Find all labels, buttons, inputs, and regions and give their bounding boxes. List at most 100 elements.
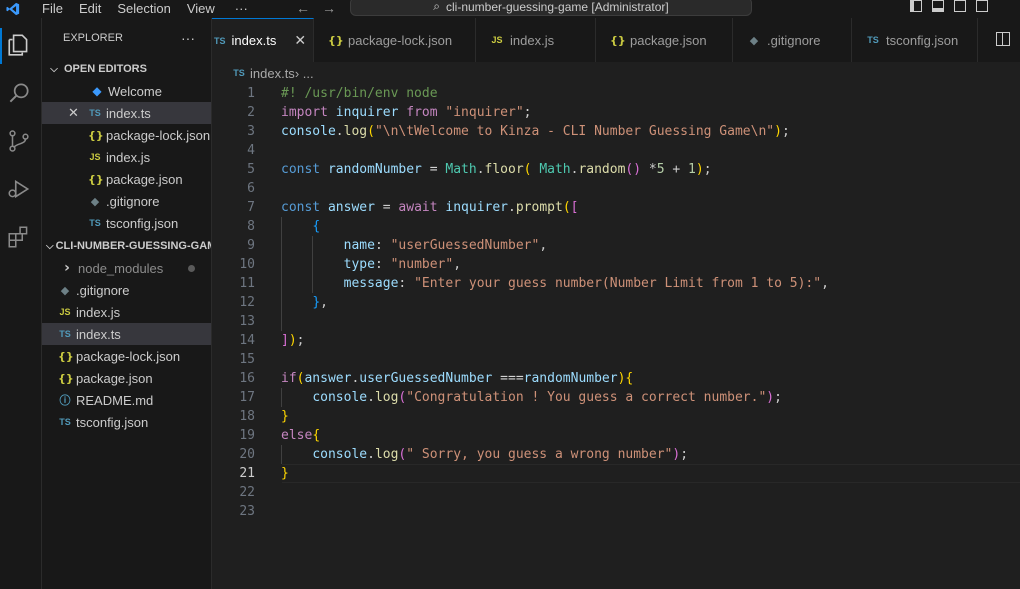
- git-file-icon: ◆: [749, 33, 759, 47]
- code-line: 8 {: [212, 217, 1020, 236]
- code-line: 14]);: [212, 331, 1020, 350]
- line-number: 6: [247, 181, 255, 196]
- menu-selection[interactable]: Selection: [117, 1, 170, 17]
- git-file-icon: ◆: [90, 194, 100, 208]
- forward-arrow-icon[interactable]: →: [322, 0, 336, 16]
- file-index-js[interactable]: JS index.js: [42, 301, 211, 323]
- code-line: 12 },: [212, 293, 1020, 312]
- explorer-icon[interactable]: [6, 32, 32, 58]
- string-literal: "userGuessedNumber": [390, 238, 540, 253]
- open-editor-index-js[interactable]: JS index.js: [42, 146, 211, 168]
- code-line: 15: [212, 350, 1020, 369]
- close-icon[interactable]: ✕: [294, 32, 306, 49]
- tab-gitignore[interactable]: ◆ .gitignore: [733, 18, 852, 62]
- tab-tsconfig[interactable]: TS tsconfig.json: [852, 18, 978, 62]
- function-name: prompt: [515, 200, 563, 215]
- line-number: 18: [239, 409, 255, 424]
- toggle-secondary-sidebar-icon[interactable]: [954, 0, 966, 12]
- menu-view[interactable]: View: [187, 1, 215, 17]
- tab-package-lock[interactable]: {} package-lock.json: [314, 18, 476, 62]
- keyword: import: [281, 105, 328, 120]
- open-editor-welcome[interactable]: ◆ Welcome: [42, 80, 211, 102]
- code-line: 2 import inquirer from "inquirer";: [212, 103, 1020, 122]
- keyword: else: [281, 428, 313, 443]
- code-line: 9 name: "userGuessedNumber",: [212, 236, 1020, 255]
- code-line: 22: [212, 483, 1020, 502]
- code-line: 5 const randomNumber = Math.floor( Math.r…: [212, 160, 1020, 179]
- tab-package-json[interactable]: {} package.json: [596, 18, 733, 62]
- function-name: log: [343, 124, 368, 139]
- git-file-icon: ◆: [60, 283, 70, 297]
- string-literal: "inquirer": [445, 105, 524, 120]
- menu-more[interactable]: ···: [235, 1, 248, 17]
- tree-item-label: index.ts: [76, 326, 121, 342]
- run-debug-icon[interactable]: [6, 176, 32, 202]
- split-editor-icon[interactable]: [996, 32, 1010, 46]
- more-actions-icon[interactable]: ···: [181, 30, 195, 46]
- line-number: 11: [239, 276, 255, 291]
- chevron-down-icon: ⌵: [50, 63, 58, 75]
- open-editor-index-ts[interactable]: ✕ TS index.ts: [42, 102, 211, 124]
- shebang-comment: #! /usr/bin/env node: [281, 86, 438, 101]
- string-literal: "number": [390, 257, 454, 272]
- string-literal: "Congratulation ! You guess a correct nu…: [406, 390, 767, 405]
- code-editor[interactable]: 1 #! /usr/bin/env node 2 import inquirer f…: [212, 84, 1020, 521]
- file-package-lock[interactable]: {} package-lock.json: [42, 345, 211, 367]
- identifier: randomNumber: [523, 371, 618, 386]
- source-control-icon[interactable]: [6, 128, 32, 154]
- keyword: await: [398, 200, 438, 215]
- open-editor-label: index.ts: [106, 105, 151, 121]
- file-gitignore[interactable]: ◆ .gitignore: [42, 279, 211, 301]
- identifier: console: [281, 124, 336, 139]
- code-line: 3 console.log("\n\tWelcome to Kinza - CLI…: [212, 122, 1020, 141]
- identifier: Math: [539, 162, 571, 177]
- file-package-json[interactable]: {} package.json: [42, 367, 211, 389]
- tab-label: package.json: [630, 32, 707, 48]
- breadcrumb-file[interactable]: index.ts: [250, 66, 295, 81]
- line-number: 15: [239, 352, 255, 367]
- toggle-sidebar-icon[interactable]: [910, 0, 922, 12]
- identifier: console: [312, 390, 368, 405]
- open-editors-header[interactable]: ⌵ OPEN EDITORS: [42, 58, 211, 80]
- menu-file[interactable]: File: [42, 1, 63, 17]
- search-icon[interactable]: [6, 80, 32, 106]
- back-arrow-icon[interactable]: ←: [296, 0, 310, 16]
- file-index-ts[interactable]: TS index.ts: [42, 323, 211, 345]
- tab-index-ts[interactable]: TS index.ts ✕: [212, 18, 314, 62]
- line-number: 13: [239, 314, 255, 329]
- breadcrumb-separator[interactable]: › ...: [295, 66, 314, 81]
- open-editor-package-lock[interactable]: {} package-lock.json: [42, 124, 211, 146]
- function-name: log: [374, 390, 399, 405]
- folder-node-modules[interactable]: › node_modules: [42, 257, 211, 279]
- json-file-icon: {}: [610, 33, 626, 47]
- line-number: 14: [239, 333, 255, 348]
- line-number: 17: [239, 390, 255, 405]
- function-name: random: [578, 162, 626, 177]
- json-file-icon: {}: [88, 128, 104, 142]
- project-folder-header[interactable]: ⌵ CLI-NUMBER-GUESSING-GAME: [42, 235, 211, 257]
- typescript-file-icon: TS: [214, 35, 226, 46]
- tree-item-label: index.js: [76, 304, 121, 320]
- open-editor-package-json[interactable]: {} package.json: [42, 168, 211, 190]
- line-number: 8: [247, 219, 255, 234]
- file-readme[interactable]: ⓘ README.md: [42, 389, 211, 411]
- customize-layout-icon[interactable]: [976, 0, 988, 12]
- window-title: cli-number-guessing-game [Administrator]: [445, 0, 669, 14]
- identifier: answer: [304, 371, 352, 386]
- file-tsconfig[interactable]: TS tsconfig.json: [42, 411, 211, 433]
- line-number: 5: [247, 162, 255, 177]
- keyword: const: [281, 200, 321, 215]
- tab-index-js[interactable]: JS index.js: [476, 18, 596, 62]
- open-editor-gitignore[interactable]: ◆ .gitignore: [42, 190, 211, 212]
- code-line: 1 #! /usr/bin/env node: [212, 84, 1020, 103]
- number-literal: 1: [688, 162, 696, 177]
- command-center[interactable]: ⌕ cli-number-guessing-game [Administrato…: [350, 0, 752, 16]
- tsconfig-file-icon: TS: [867, 35, 879, 45]
- property-key: name: [343, 238, 375, 253]
- menu-edit[interactable]: Edit: [79, 1, 101, 17]
- property-key: type: [343, 257, 375, 272]
- extensions-icon[interactable]: [6, 224, 32, 250]
- close-icon[interactable]: ✕: [68, 105, 84, 121]
- open-editor-tsconfig[interactable]: TS tsconfig.json: [42, 212, 211, 234]
- toggle-panel-icon[interactable]: [932, 0, 944, 12]
